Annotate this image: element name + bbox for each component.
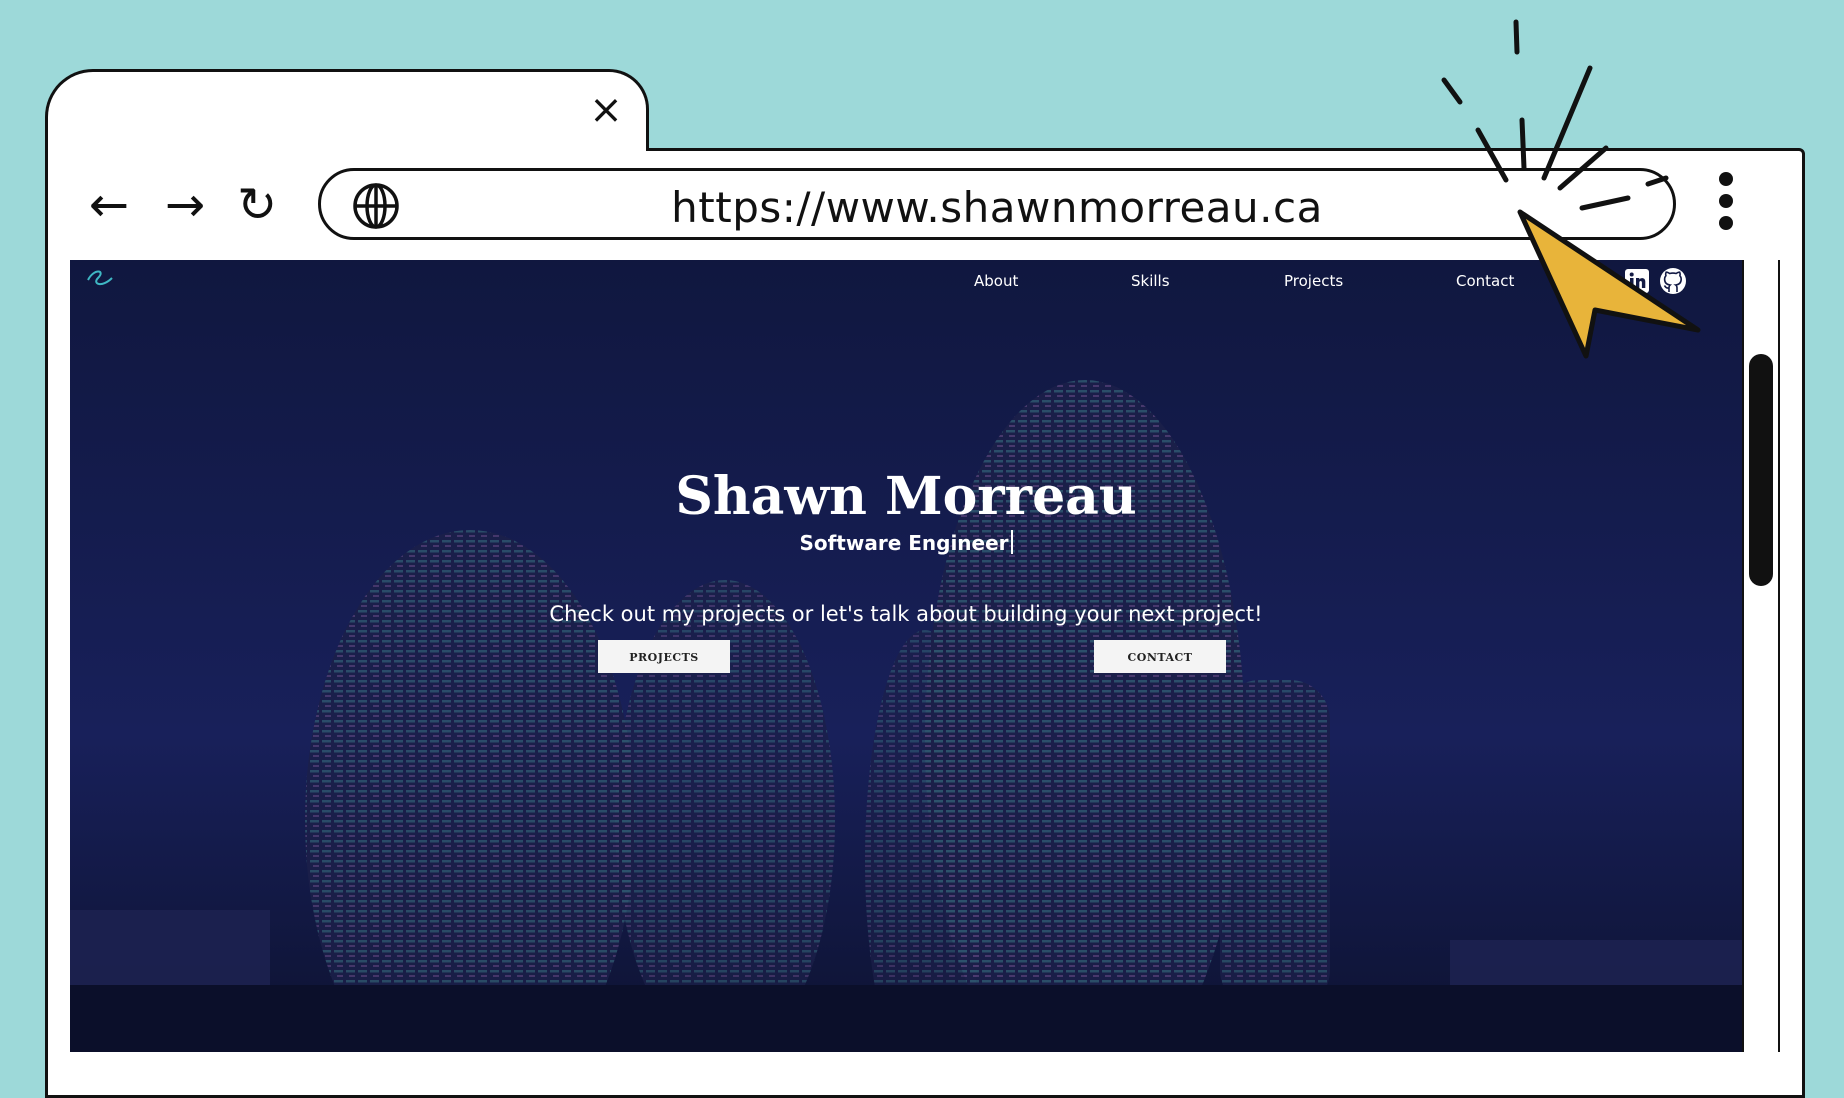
contact-button[interactable]: CONTACT [1094, 640, 1226, 673]
reload-icon[interactable]: ↻ [228, 181, 286, 229]
typing-caret [1010, 530, 1013, 554]
tab-join [48, 146, 646, 154]
hero-tagline: Check out my projects or let's talk abou… [549, 602, 1263, 626]
close-icon[interactable]: × [588, 90, 624, 130]
nav-projects[interactable]: Projects [1284, 272, 1343, 290]
site-logo[interactable] [84, 266, 118, 292]
hero-subtitle: Software Engineer [799, 531, 1009, 555]
forward-arrow-icon[interactable]: → [156, 181, 214, 229]
projects-button[interactable]: PROJECTS [598, 640, 730, 673]
hero-title: Shawn Morreau [675, 466, 1137, 527]
cursor-pointer-icon [1441, 19, 1701, 359]
nav-skills[interactable]: Skills [1131, 272, 1170, 290]
hero-subtitle-wrapper: Software Engineer [70, 530, 1742, 555]
nav-about[interactable]: About [974, 272, 1018, 290]
back-arrow-icon[interactable]: ← [80, 181, 138, 229]
scrollbar-thumb[interactable] [1749, 354, 1773, 586]
